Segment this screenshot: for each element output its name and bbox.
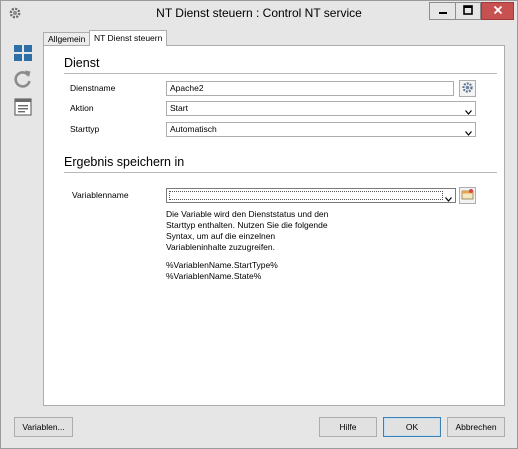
minimize-button[interactable] bbox=[429, 2, 455, 20]
variable-hint-text: Die Variable wird den Dienststatus und d… bbox=[166, 209, 329, 252]
tab-allgemein[interactable]: Allgemein bbox=[43, 32, 91, 45]
dienstname-label: Dienstname bbox=[70, 83, 116, 93]
hilfe-button[interactable]: Hilfe bbox=[319, 417, 377, 437]
variablenname-label: Variablenname bbox=[72, 190, 129, 200]
syntax-state: %VariablenName.State% bbox=[166, 271, 262, 281]
variable-picker-button[interactable] bbox=[459, 187, 476, 204]
close-icon bbox=[493, 5, 503, 17]
tab-panel: Dienst Dienstname Apache2 Aktion Start S… bbox=[43, 45, 505, 406]
refresh-icon[interactable] bbox=[13, 69, 33, 89]
chevron-down-icon bbox=[465, 127, 472, 136]
variablen-button[interactable]: Variablen... bbox=[14, 417, 73, 437]
grid-view-icon[interactable] bbox=[13, 43, 33, 63]
variablenname-combo[interactable] bbox=[166, 188, 456, 203]
button-bar: Variablen... Hilfe OK Abbrechen bbox=[1, 411, 517, 448]
properties-icon[interactable] bbox=[13, 97, 33, 117]
section-title-ergebnis: Ergebnis speichern in bbox=[64, 155, 185, 169]
starttyp-select[interactable]: Automatisch bbox=[166, 122, 476, 137]
chevron-down-icon bbox=[465, 106, 472, 115]
dialog-window: NT Dienst steuern : Control NT service A… bbox=[0, 0, 518, 449]
maximize-icon bbox=[463, 5, 473, 17]
maximize-button[interactable] bbox=[455, 2, 481, 20]
chevron-down-icon bbox=[445, 193, 452, 202]
browse-services-button[interactable] bbox=[459, 80, 476, 97]
minimize-icon bbox=[438, 5, 448, 17]
variable-picker-icon bbox=[461, 188, 474, 203]
title-bar: NT Dienst steuern : Control NT service bbox=[1, 1, 517, 27]
aktion-select[interactable]: Start bbox=[166, 101, 476, 116]
close-button[interactable] bbox=[481, 2, 514, 20]
aktion-label: Aktion bbox=[70, 103, 94, 113]
section-title-dienst: Dienst bbox=[64, 56, 100, 70]
abbrechen-button[interactable]: Abbrechen bbox=[447, 417, 505, 437]
section-divider bbox=[64, 73, 497, 74]
starttyp-value: Automatisch bbox=[170, 124, 217, 134]
syntax-start-type: %VariablenName.StartType% bbox=[166, 260, 278, 270]
tab-nt-dienst-steuern[interactable]: NT Dienst steuern bbox=[89, 30, 168, 46]
aktion-value: Start bbox=[170, 103, 188, 113]
ok-button[interactable]: OK bbox=[383, 417, 441, 437]
section-divider bbox=[64, 172, 497, 173]
dienstname-field[interactable]: Apache2 bbox=[166, 81, 454, 96]
focus-rect bbox=[169, 191, 443, 200]
service-gear-icon bbox=[461, 81, 474, 96]
starttyp-label: Starttyp bbox=[70, 124, 100, 134]
